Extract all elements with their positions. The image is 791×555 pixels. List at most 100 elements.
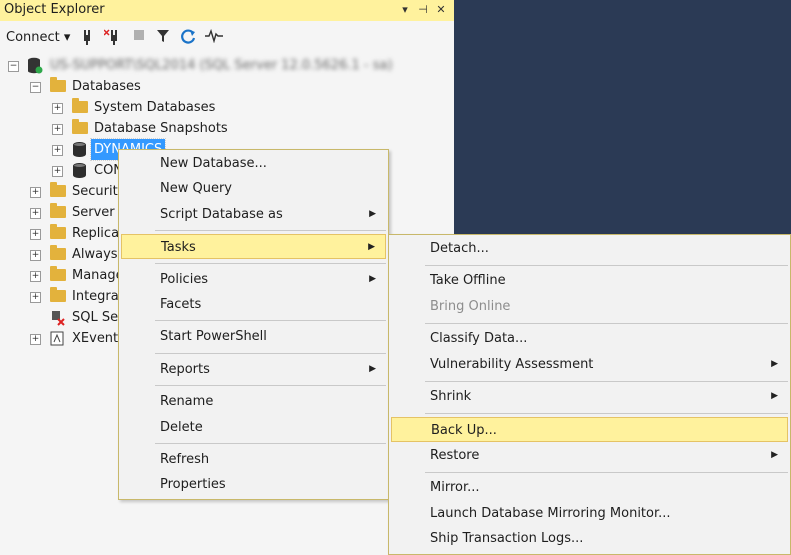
submenu-arrow-icon: ▶ xyxy=(771,391,778,401)
stop-icon[interactable] xyxy=(130,29,148,47)
menu-item-label: Reports xyxy=(160,362,210,377)
submenu-arrow-icon: ▶ xyxy=(368,242,375,252)
expand-icon[interactable]: + xyxy=(30,229,41,240)
menu-item-label: Restore xyxy=(430,448,480,463)
tree-node-server[interactable]: − US-SUPPORT\SQL2014 (SQL Server 12.0.56… xyxy=(0,55,454,76)
menu-separator xyxy=(155,320,386,321)
expand-icon[interactable]: + xyxy=(30,187,41,198)
menu-item-label: Take Offline xyxy=(430,273,506,288)
menu-item-launch-mirroring-monitor[interactable]: Launch Database Mirroring Monitor... xyxy=(391,501,788,526)
object-explorer-toolbar: Connect ▾ xyxy=(0,27,454,51)
folder-icon xyxy=(72,119,88,134)
menu-separator xyxy=(425,265,788,266)
menu-item-label: New Database... xyxy=(160,156,267,171)
tasks-submenu: Detach... Take Offline Bring Online Clas… xyxy=(388,234,791,555)
menu-item-label: Policies xyxy=(160,272,209,287)
server-icon xyxy=(27,57,43,81)
menu-item-script-database-as[interactable]: Script Database as ▶ xyxy=(121,202,386,227)
database-icon xyxy=(73,142,86,157)
folder-icon xyxy=(50,287,66,302)
window-position-dropdown-icon[interactable]: ▾ xyxy=(398,2,412,18)
menu-item-reports[interactable]: Reports ▶ xyxy=(121,357,386,382)
menu-item-label: Bring Online xyxy=(430,299,511,314)
folder-icon xyxy=(50,182,66,197)
expand-icon[interactable]: + xyxy=(30,271,41,282)
plug-icon[interactable] xyxy=(78,29,96,47)
submenu-arrow-icon: ▶ xyxy=(771,359,778,369)
menu-item-mirror[interactable]: Mirror... xyxy=(391,475,788,500)
tree-label: Databases xyxy=(72,79,141,94)
submenu-arrow-icon: ▶ xyxy=(369,209,376,219)
folder-icon xyxy=(50,266,66,281)
menu-item-vulnerability-assessment[interactable]: Vulnerability Assessment ▶ xyxy=(391,352,788,377)
menu-item-label: Ship Transaction Logs... xyxy=(430,531,584,546)
folder-icon xyxy=(50,224,66,239)
tree-label: Database Snapshots xyxy=(94,121,228,136)
menu-item-detach[interactable]: Detach... xyxy=(391,236,788,261)
expand-icon[interactable]: + xyxy=(30,292,41,303)
menu-item-start-powershell[interactable]: Start PowerShell xyxy=(121,324,386,349)
connect-button[interactable]: Connect ▾ xyxy=(6,30,70,45)
menu-item-policies[interactable]: Policies ▶ xyxy=(121,267,386,292)
menu-item-delete[interactable]: Delete xyxy=(121,415,386,440)
refresh-icon[interactable] xyxy=(180,29,198,47)
expand-icon[interactable]: + xyxy=(30,208,41,219)
menu-separator xyxy=(425,413,788,414)
xevent-icon xyxy=(50,331,64,353)
expand-icon[interactable]: + xyxy=(30,334,41,345)
disconnect-icon[interactable] xyxy=(103,29,122,47)
menu-separator xyxy=(425,381,788,382)
menu-item-facets[interactable]: Facets xyxy=(121,292,386,317)
tree-label: Manage xyxy=(72,268,124,283)
menu-item-refresh[interactable]: Refresh xyxy=(121,447,386,472)
menu-item-back-up[interactable]: Back Up... xyxy=(391,417,788,442)
menu-item-new-database[interactable]: New Database... xyxy=(121,151,386,176)
panel-title: Object Explorer xyxy=(4,2,105,17)
object-explorer-titlebar: Object Explorer ▾ ⊣ ✕ xyxy=(0,0,454,21)
menu-item-label: Shrink xyxy=(430,389,472,404)
menu-item-classify-data[interactable]: Classify Data... xyxy=(391,326,788,351)
submenu-arrow-icon: ▶ xyxy=(771,450,778,460)
menu-item-label: Back Up... xyxy=(431,423,497,438)
menu-item-restore[interactable]: Restore ▶ xyxy=(391,443,788,468)
menu-separator xyxy=(155,263,386,264)
menu-item-label: Refresh xyxy=(160,452,210,467)
close-icon[interactable]: ✕ xyxy=(434,2,448,18)
submenu-arrow-icon: ▶ xyxy=(369,364,376,374)
activity-icon[interactable] xyxy=(205,28,223,47)
sql-agent-icon xyxy=(50,310,66,333)
folder-icon xyxy=(50,77,66,92)
menu-item-label: Start PowerShell xyxy=(160,329,267,344)
tree-label: XEvent xyxy=(72,331,119,346)
collapse-icon[interactable]: − xyxy=(30,82,41,93)
expand-icon[interactable]: + xyxy=(52,166,63,177)
menu-item-label: Properties xyxy=(160,477,226,492)
database-context-menu: New Database... New Query Script Databas… xyxy=(118,149,389,500)
menu-item-label: Delete xyxy=(160,420,203,435)
menu-item-ship-transaction-logs[interactable]: Ship Transaction Logs... xyxy=(391,526,788,551)
expand-icon[interactable]: + xyxy=(52,124,63,135)
menu-separator xyxy=(155,353,386,354)
menu-item-tasks[interactable]: Tasks ▶ xyxy=(121,234,386,259)
menu-item-rename[interactable]: Rename xyxy=(121,389,386,414)
menu-separator xyxy=(425,472,788,473)
menu-separator xyxy=(155,443,386,444)
menu-item-shrink[interactable]: Shrink ▶ xyxy=(391,384,788,409)
tree-label: Always xyxy=(72,247,118,262)
tree-label: Integrat xyxy=(72,289,124,304)
filter-icon[interactable] xyxy=(154,29,172,47)
expand-icon[interactable]: + xyxy=(52,103,63,114)
pin-icon[interactable]: ⊣ xyxy=(416,2,430,18)
menu-separator xyxy=(425,323,788,324)
menu-item-properties[interactable]: Properties xyxy=(121,472,386,497)
database-icon xyxy=(73,163,86,178)
menu-item-new-query[interactable]: New Query xyxy=(121,176,386,201)
menu-item-bring-online[interactable]: Bring Online xyxy=(391,294,788,319)
folder-icon xyxy=(72,98,88,113)
collapse-icon[interactable]: − xyxy=(8,61,19,72)
expand-icon[interactable]: + xyxy=(52,145,63,156)
menu-item-label: Rename xyxy=(160,394,214,409)
menu-item-label: Tasks xyxy=(161,240,196,255)
menu-item-take-offline[interactable]: Take Offline xyxy=(391,268,788,293)
expand-icon[interactable]: + xyxy=(30,250,41,261)
